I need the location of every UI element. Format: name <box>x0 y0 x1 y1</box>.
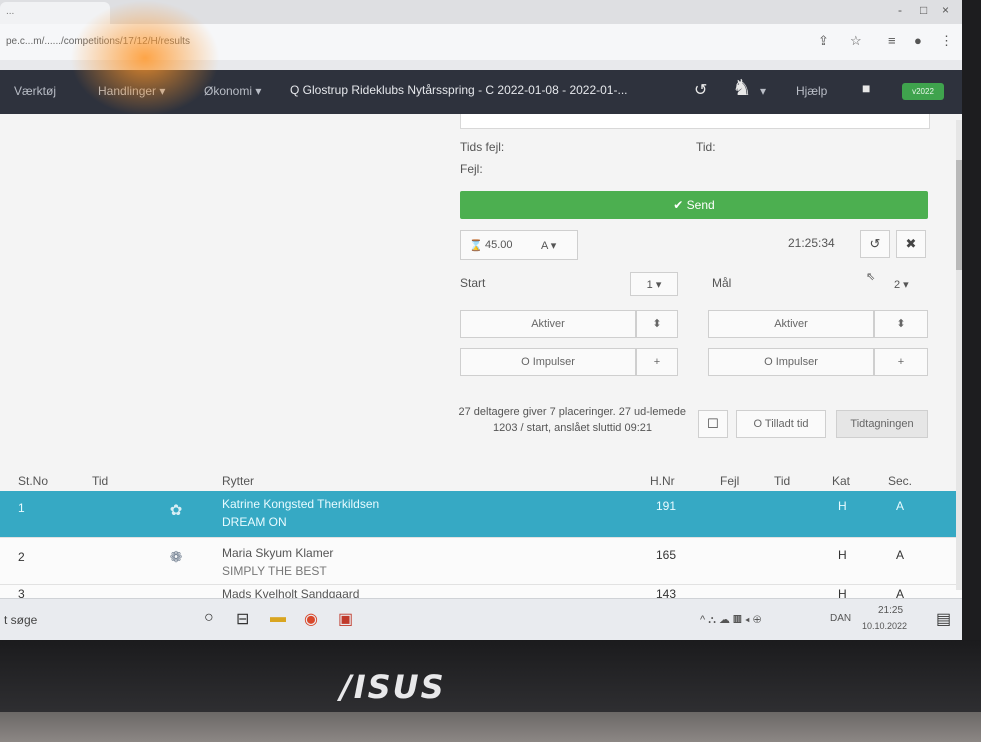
history-icon[interactable]: ↺ <box>694 80 707 100</box>
start-select-value: 1 ▾ <box>646 279 662 291</box>
send-button[interactable]: ✔ Send <box>460 191 928 219</box>
url-text[interactable]: pe.c...m/....../competitions/17/12/H/res… <box>6 36 190 47</box>
laptop-bezel-right <box>962 0 981 742</box>
browser-tab[interactable]: ... <box>0 2 110 24</box>
notification-icon[interactable]: ▤ <box>936 609 951 629</box>
asus-logo: /ISUS <box>340 668 446 706</box>
row-hnr: 165 <box>656 548 677 562</box>
start-select[interactable]: 1 ▾ <box>630 272 678 296</box>
help-link[interactable]: Hjælp <box>796 84 827 98</box>
laptop-screen: ... - □ × pe.c...m/....../competitions/1… <box>0 0 962 640</box>
finish-select[interactable]: 2 ▾ <box>894 278 909 291</box>
row-horse: DREAM ON <box>222 515 287 529</box>
tray-icons[interactable]: ^ ⛬ ☁ ▦ ◂ ⊕ <box>700 613 761 627</box>
row-stno: 2 <box>18 550 25 564</box>
col-hnr[interactable]: H.Nr <box>650 474 675 488</box>
version-badge: v2022 <box>902 83 944 100</box>
file-explorer-icon[interactable]: ▬ <box>270 609 286 627</box>
col-tid2[interactable]: Tid <box>774 474 790 488</box>
col-tid[interactable]: Tid <box>92 474 108 488</box>
finish-plus-icon[interactable]: + <box>874 348 928 376</box>
col-stno[interactable]: St.No <box>18 474 48 488</box>
club-logo-icon: ❁ <box>169 549 183 566</box>
bookmark-strip <box>0 60 962 70</box>
laptop-hinge <box>0 712 981 742</box>
type-select[interactable]: A ▾ <box>541 239 556 252</box>
browser-tabstrip: ... - □ × <box>0 0 962 24</box>
row-rider: Maria Skyum Klamer <box>222 546 334 560</box>
reset-icon[interactable]: ↺ <box>860 230 890 258</box>
profile-icon[interactable]: ● <box>914 33 922 48</box>
menu-icon[interactable]: ⋮ <box>940 33 953 49</box>
taskbar-search[interactable]: t søge <box>4 613 37 627</box>
col-rider[interactable]: Rytter <box>222 474 254 488</box>
row-stno: 1 <box>18 501 25 515</box>
status-line-1: 27 deltagere giver 7 placeringer. 27 ud-… <box>458 406 686 418</box>
list-icon[interactable]: ≡ <box>888 33 896 48</box>
close-icon[interactable]: ✖ <box>896 230 926 258</box>
time-input-top[interactable] <box>460 114 930 129</box>
hourglass-icon: ⌛ <box>469 240 483 252</box>
row-sec: A <box>896 548 905 562</box>
tray-time[interactable]: 21:25 <box>878 605 903 616</box>
results-table-header: St.No Tid Rytter H.Nr Fejl Tid Kat Sec. <box>0 469 962 492</box>
logo-dropdown[interactable]: ▾ <box>760 84 766 98</box>
competition-search[interactable]: Q Glostrup Rideklubs Nytårsspring - C 20… <box>290 83 627 97</box>
start-plus-icon[interactable]: + <box>636 348 678 376</box>
finish-activate-button[interactable]: Aktiver <box>708 310 874 338</box>
address-bar[interactable]: pe.c...m/....../competitions/17/12/H/res… <box>0 24 962 61</box>
finish-impulse-button[interactable]: O Impulser <box>708 348 874 376</box>
row-rider: Katrine Kongsted Therkildsen <box>222 497 380 511</box>
share-icon[interactable]: ⇪ <box>818 33 829 49</box>
row-kat: H <box>838 499 847 513</box>
time-label: Tid: <box>696 140 716 154</box>
table-row[interactable]: 1 ✿ Katrine Kongsted Therkildsen DREAM O… <box>0 491 962 538</box>
start-label: Start <box>460 276 486 290</box>
app-navbar: Værktøj Handlinger ▾ Økonomi ▾ Q Glostru… <box>0 70 962 114</box>
start-impulse-button[interactable]: O Impulser <box>460 348 636 376</box>
nav-tools[interactable]: Værktøj <box>14 84 56 98</box>
maximize-icon[interactable]: □ <box>920 3 927 17</box>
tab-title: ... <box>6 6 15 17</box>
app-icon[interactable]: ▣ <box>338 609 353 629</box>
nav-actions[interactable]: Handlinger ▾ <box>98 84 165 98</box>
club-logo-icon: ✿ <box>169 502 183 519</box>
chat-icon[interactable]: ■ <box>862 80 870 96</box>
timing-button[interactable]: Tidtagningen <box>836 410 928 438</box>
time-setting-value: 45.00 <box>485 239 513 251</box>
table-row[interactable]: 2 ❁ Maria Skyum Klamer SIMPLY THE BEST 1… <box>0 538 962 585</box>
horse-logo-icon[interactable]: ♞ <box>732 75 752 101</box>
cortana-icon[interactable]: ○ <box>204 609 214 627</box>
close-icon[interactable]: × <box>942 3 949 17</box>
row-kat: H <box>838 548 847 562</box>
finish-pin-icon[interactable]: ⬍ <box>874 310 928 338</box>
clock-display: 21:25:34 <box>788 236 835 250</box>
allowed-time-button[interactable]: O Tilladt tid <box>736 410 826 438</box>
language-indicator[interactable]: DAN <box>830 613 851 624</box>
star-icon[interactable]: ☆ <box>850 33 862 49</box>
time-setting-box[interactable]: ⌛ 45.00 A ▾ <box>460 230 578 260</box>
col-sec[interactable]: Sec. <box>888 474 912 488</box>
cursor-icon: ⇖ <box>866 271 876 283</box>
tray-date[interactable]: 10.10.2022 <box>862 621 907 631</box>
time-fault-label: Tids fejl: <box>460 140 505 154</box>
row-hnr: 191 <box>656 499 677 513</box>
calendar-icon[interactable]: ☐ <box>698 410 728 438</box>
minimize-icon[interactable]: - <box>898 3 902 17</box>
col-kat[interactable]: Kat <box>832 474 850 488</box>
chrome-icon[interactable]: ◉ <box>304 609 318 629</box>
fault-label: Fejl: <box>460 162 483 176</box>
col-fejl[interactable]: Fejl <box>720 474 739 488</box>
finish-label: Mål <box>712 276 732 290</box>
windows-taskbar: t søge ○ ⊟ ▬ ◉ ▣ ^ ⛬ ☁ ▦ ◂ ⊕ DAN 21:25 1… <box>0 598 962 640</box>
status-line-2: 1203 / start, anslået sluttid 09:21 <box>493 422 652 434</box>
row-horse: SIMPLY THE BEST <box>222 564 327 578</box>
row-sec: A <box>896 499 905 513</box>
start-pin-icon[interactable]: ⬍ <box>636 310 678 338</box>
nav-economy[interactable]: Økonomi ▾ <box>204 84 261 98</box>
start-activate-button[interactable]: Aktiver <box>460 310 636 338</box>
task-view-icon[interactable]: ⊟ <box>236 609 249 629</box>
